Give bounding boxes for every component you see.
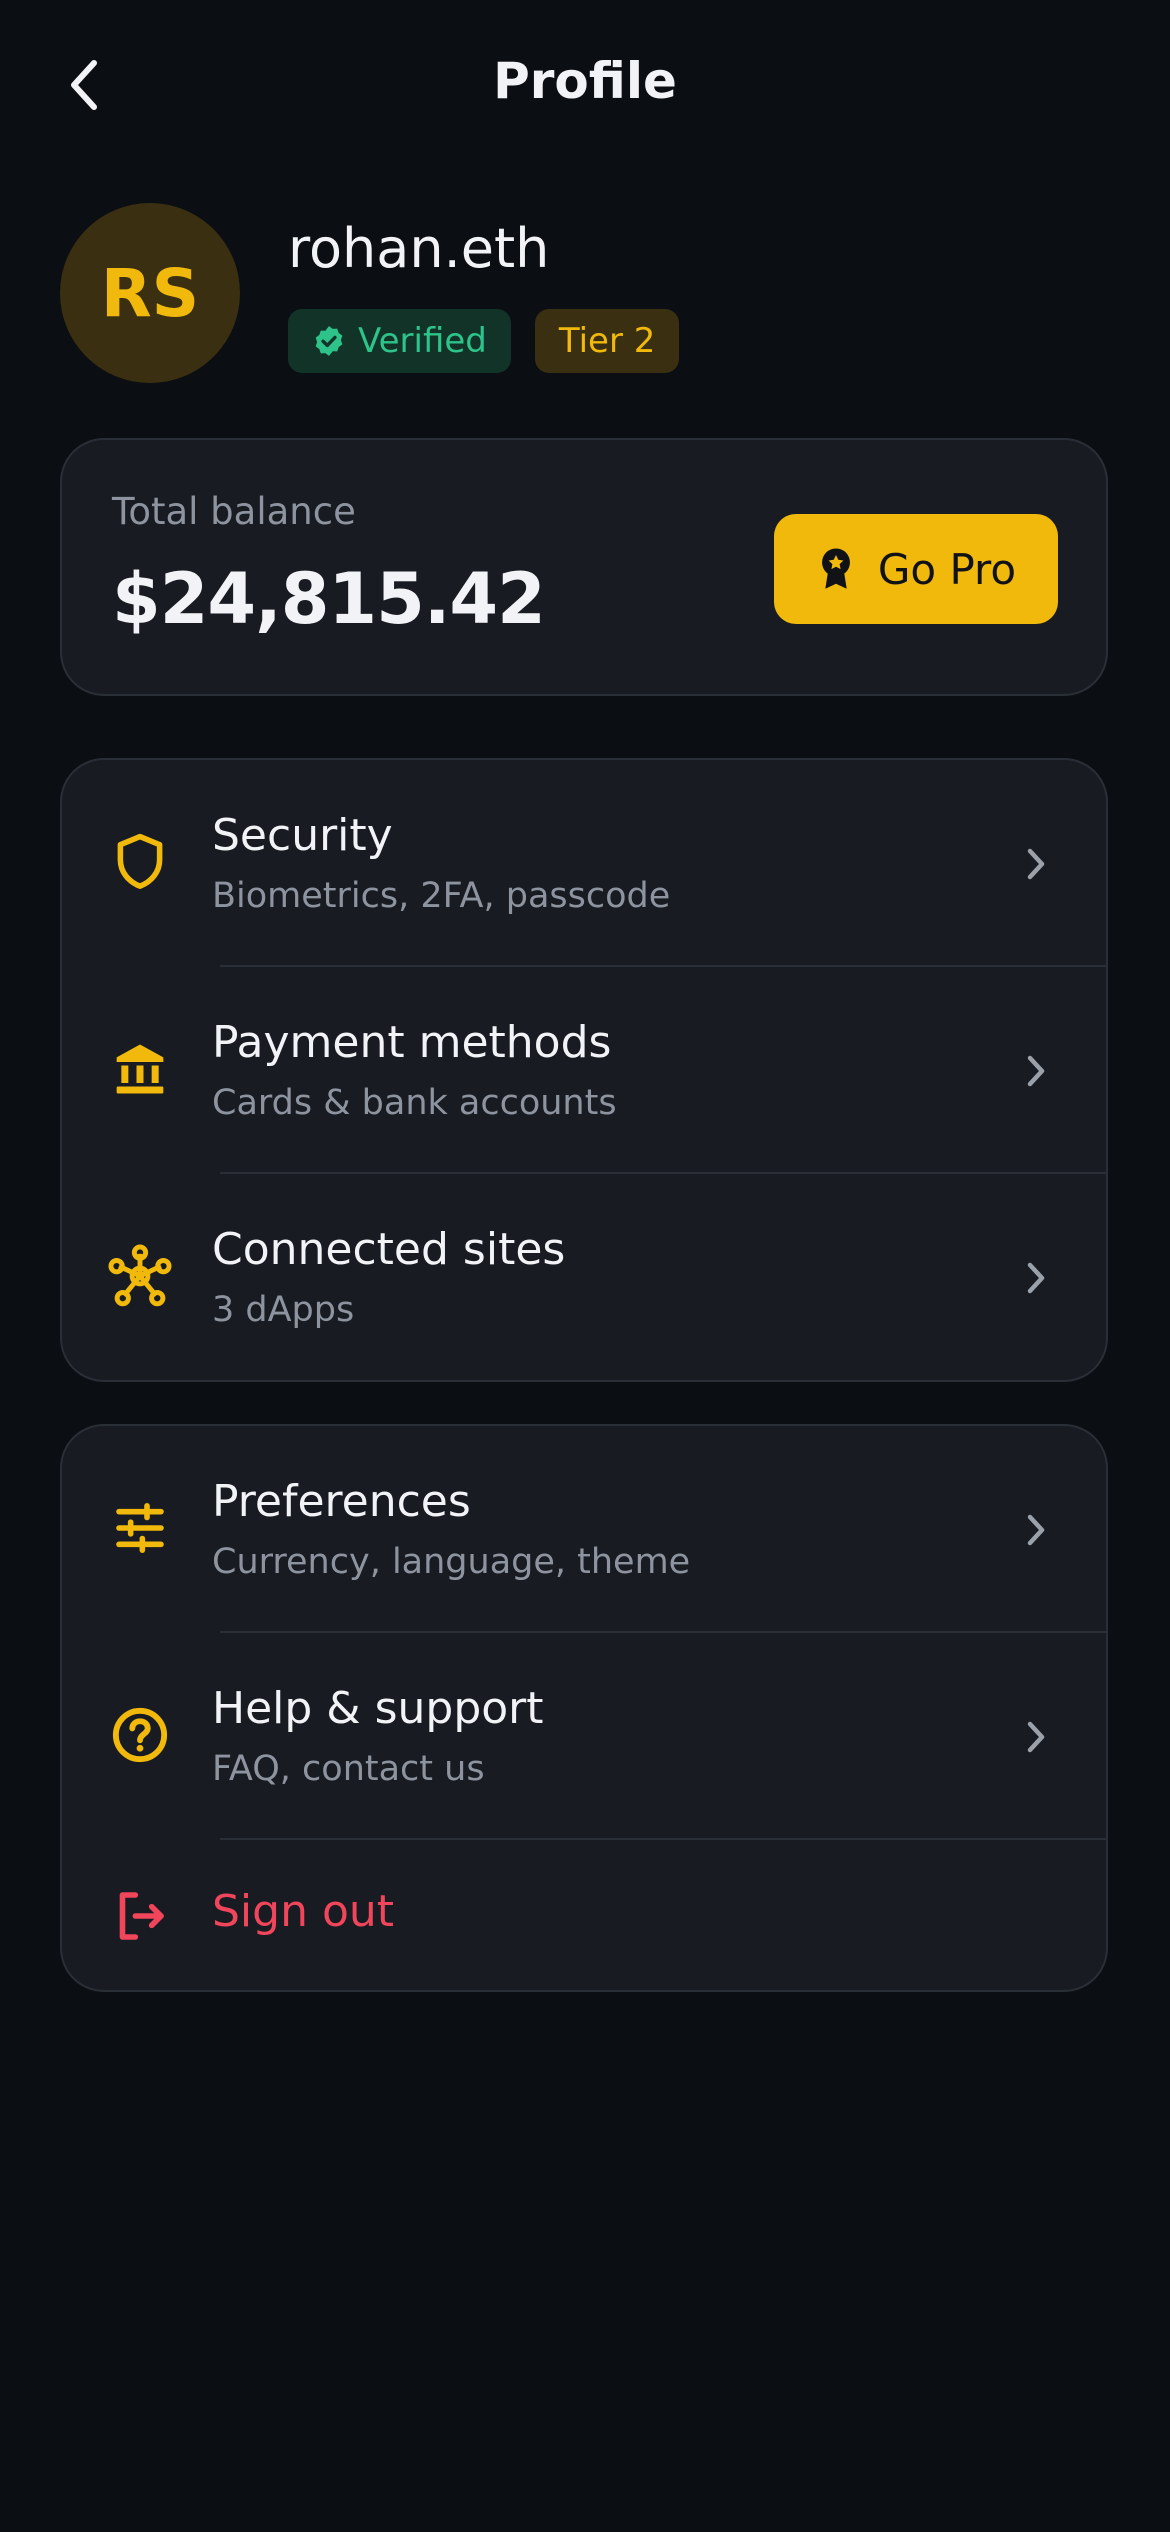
profile-header: RS rohan.eth Verified Tier 2: [60, 203, 1110, 383]
verified-label: Verified: [358, 321, 487, 361]
menu-item-subtitle: Currency, language, theme: [212, 1542, 691, 1582]
verified-check-icon: [312, 324, 346, 358]
tier-badge: Tier 2: [534, 309, 680, 373]
menu-item-title: Security: [212, 810, 393, 861]
menu-item-subtitle: FAQ, contact us: [212, 1749, 485, 1789]
chevron-right-icon: [1016, 1250, 1056, 1306]
chevron-right-icon: [1016, 1709, 1056, 1765]
menu-item-title: Payment methods: [212, 1017, 612, 1068]
settings-menu: Preferences Currency, language, theme He…: [60, 1424, 1108, 1992]
menu-item-title: Help & support: [212, 1683, 544, 1734]
page-title: Profile: [493, 52, 677, 110]
menu-item-subtitle: 3 dApps: [212, 1290, 355, 1330]
sliders-icon: [108, 1496, 172, 1560]
sign-out-label: Sign out: [212, 1886, 395, 1937]
menu-item-preferences[interactable]: Preferences Currency, language, theme: [62, 1426, 1106, 1633]
menu-item-subtitle: Cards & bank accounts: [212, 1083, 617, 1123]
menu-item-help-support[interactable]: Help & support FAQ, contact us: [62, 1633, 1106, 1840]
menu-item-subtitle: Biometrics, 2FA, passcode: [212, 876, 671, 916]
menu-item-title: Preferences: [212, 1476, 471, 1527]
go-pro-label: Go Pro: [877, 544, 1017, 594]
top-bar: Profile: [0, 0, 1170, 170]
verified-badge: Verified: [288, 309, 511, 373]
network-icon: [108, 1244, 172, 1308]
logout-icon: [108, 1884, 172, 1948]
balance-label: Total balance: [112, 490, 356, 533]
avatar: RS: [60, 203, 240, 383]
award-icon: [821, 548, 850, 589]
shield-icon: [108, 830, 172, 894]
go-pro-button[interactable]: Go Pro: [774, 514, 1058, 624]
menu-item-connected-sites[interactable]: Connected sites 3 dApps: [62, 1174, 1106, 1380]
menu-item-security[interactable]: Security Biometrics, 2FA, passcode: [62, 760, 1106, 967]
sign-out-button[interactable]: Sign out: [62, 1840, 1106, 1990]
account-menu: Security Biometrics, 2FA, passcode Payme…: [60, 758, 1108, 1382]
chevron-right-icon: [1016, 1043, 1056, 1099]
chevron-right-icon: [1016, 836, 1056, 892]
help-icon: [108, 1703, 172, 1767]
bank-icon: [108, 1037, 172, 1101]
chevron-right-icon: [1016, 1502, 1056, 1558]
balance-card: Total balance $24,815.42 Go Pro: [60, 438, 1108, 696]
username: rohan.eth: [288, 217, 550, 280]
badge-group: Verified Tier 2: [288, 309, 680, 373]
balance-value: $24,815.42: [112, 558, 546, 640]
menu-item-title: Connected sites: [212, 1224, 566, 1275]
menu-item-payment-methods[interactable]: Payment methods Cards & bank accounts: [62, 967, 1106, 1174]
